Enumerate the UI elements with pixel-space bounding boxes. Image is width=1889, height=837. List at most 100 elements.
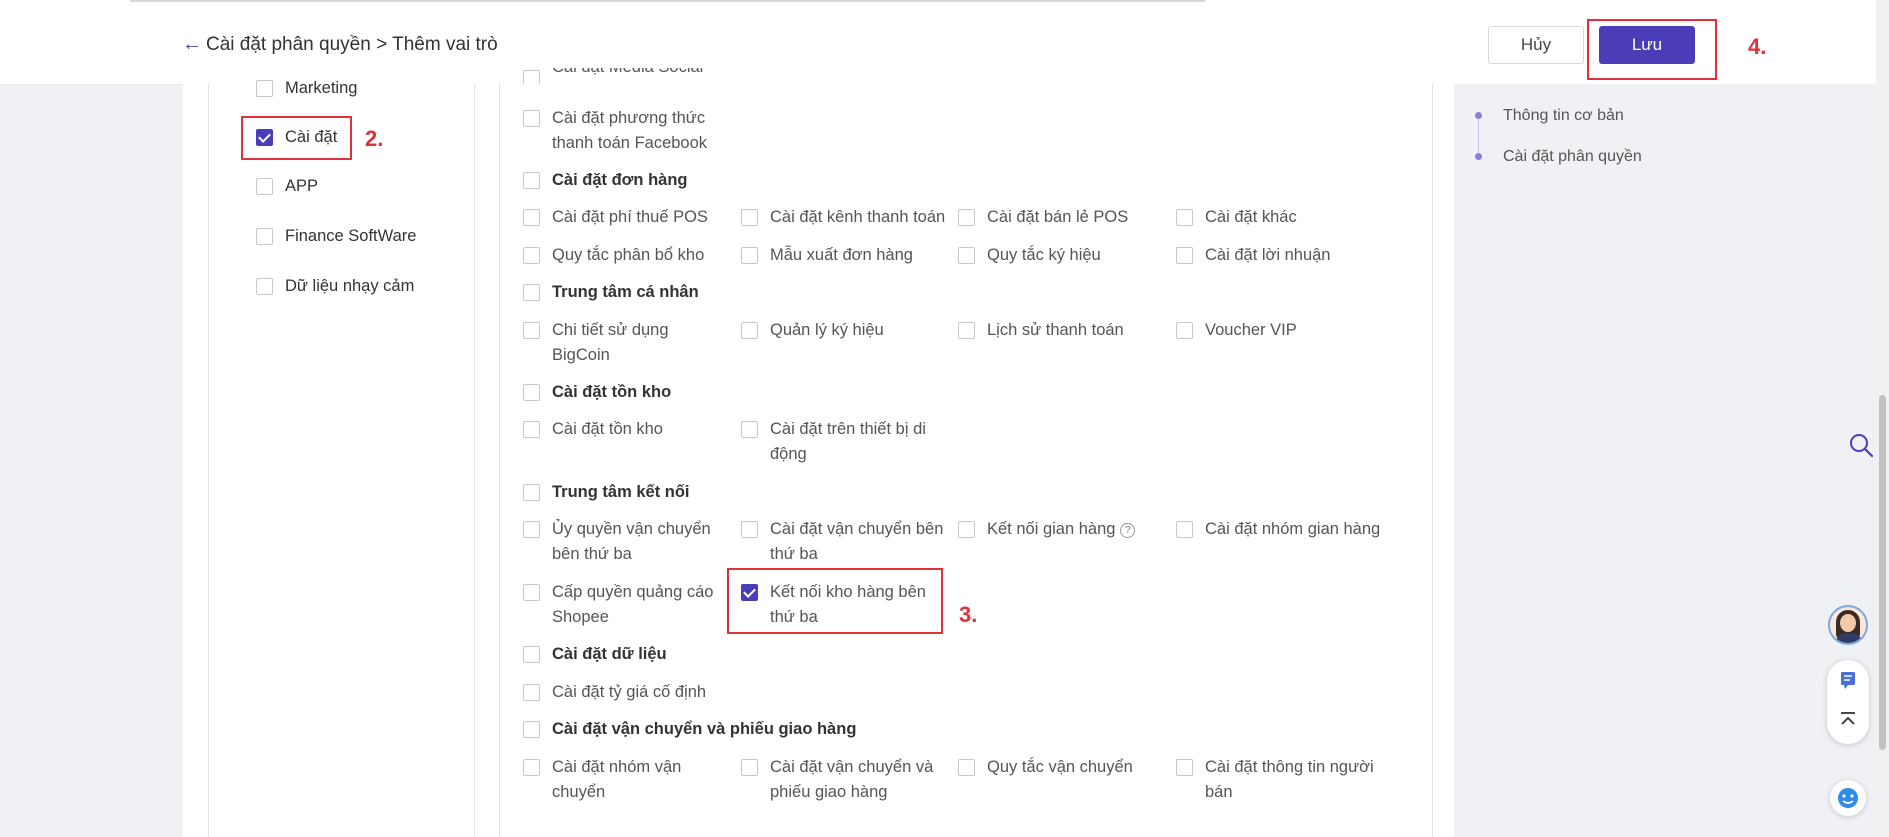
checkbox-icon[interactable]: [1176, 521, 1193, 538]
perm-item[interactable]: Cài đặt nhóm vận chuyển: [523, 757, 703, 805]
checkbox-icon[interactable]: [523, 209, 540, 226]
group-title: Cài đặt dữ liệu: [552, 645, 667, 663]
perm-label: Cài đặt khác: [1205, 208, 1297, 226]
checkbox-icon[interactable]: [256, 278, 273, 295]
checkbox-icon[interactable]: [523, 421, 540, 438]
module-label: Finance SoftWare: [285, 227, 417, 245]
checkbox-icon[interactable]: [523, 521, 540, 538]
perm-label: Mẫu xuất đơn hàng: [770, 246, 913, 264]
group-title: Cài đặt tồn kho: [552, 383, 672, 401]
checkbox-icon[interactable]: [958, 322, 975, 339]
checkbox-icon[interactable]: [523, 322, 540, 339]
checkbox-icon[interactable]: [523, 110, 540, 127]
toc-dot: [1475, 112, 1482, 119]
perm-label: Voucher VIP: [1205, 321, 1297, 339]
checkbox-icon[interactable]: [958, 209, 975, 226]
avatar[interactable]: [1828, 605, 1868, 645]
checkbox-icon[interactable]: [523, 384, 540, 401]
checkbox-icon[interactable]: [523, 70, 540, 84]
checkbox-icon[interactable]: [1176, 209, 1193, 226]
perm-item[interactable]: Cài đặt tỷ giá cố định: [523, 682, 706, 705]
checkbox-icon[interactable]: [523, 172, 540, 189]
checkbox-icon[interactable]: [741, 521, 758, 538]
perm-item[interactable]: Cài đặt kênh thanh toán: [741, 207, 945, 230]
checkbox-icon[interactable]: [523, 484, 540, 501]
module-item-sensitive-data[interactable]: Dữ liệu nhạy cảm: [256, 276, 414, 299]
module-label: Marketing: [285, 79, 358, 97]
toc-dot: [1475, 153, 1482, 160]
perm-group-orders[interactable]: Cài đặt đơn hàng: [523, 170, 687, 193]
checkbox-icon[interactable]: [523, 721, 540, 738]
top-edge-lines: [130, 0, 1220, 3]
cancel-button[interactable]: Hủy: [1488, 26, 1584, 64]
perm-label: Quản lý ký hiệu: [770, 321, 884, 339]
perm-item[interactable]: Cài đặt bán lẻ POS: [958, 207, 1128, 230]
helper-icon[interactable]: [1830, 780, 1866, 816]
breadcrumb[interactable]: Cài đặt phân quyền > Thêm vai trò: [206, 34, 498, 56]
checkbox-icon[interactable]: [958, 521, 975, 538]
module-item-app[interactable]: APP: [256, 176, 318, 199]
checkbox-icon[interactable]: [523, 684, 540, 701]
checkbox-icon[interactable]: [256, 228, 273, 245]
module-item-marketing[interactable]: Marketing: [256, 78, 357, 101]
perm-item[interactable]: Quy tắc phân bổ kho: [523, 245, 704, 268]
checkbox-icon[interactable]: [1176, 759, 1193, 776]
group-title: Cài đặt đơn hàng: [552, 171, 688, 189]
perm-item-social-partial[interactable]: Cài đặt Media Social: [523, 68, 703, 84]
perm-item[interactable]: Voucher VIP: [1176, 320, 1297, 343]
perm-item[interactable]: Cài đặt trên thiết bị di động: [741, 419, 941, 467]
module-item-finance-software[interactable]: Finance SoftWare: [256, 226, 416, 249]
module-label: Dữ liệu nhạy cảm: [285, 277, 415, 295]
perm-item[interactable]: Quy tắc vận chuyển: [958, 757, 1133, 780]
perm-item[interactable]: Cài đặt nhóm gian hàng: [1176, 519, 1380, 542]
toc-item-basic-info[interactable]: Thông tin cơ bản: [1503, 106, 1624, 126]
checkbox-icon[interactable]: [523, 584, 540, 601]
perm-item[interactable]: Chi tiết sử dụng BigCoin: [523, 320, 693, 368]
checkbox-icon[interactable]: [523, 247, 540, 264]
checkbox-icon[interactable]: [256, 80, 273, 97]
perm-item[interactable]: Ủy quyền vận chuyển bên thứ ba: [523, 519, 718, 567]
perm-item[interactable]: Cài đặt khác: [1176, 207, 1297, 230]
checkbox-icon[interactable]: [741, 759, 758, 776]
perm-group-personal[interactable]: Trung tâm cá nhân: [523, 282, 699, 305]
perm-item[interactable]: Cài đặt phí thuế POS: [523, 207, 708, 230]
toc-connector: [1478, 114, 1479, 158]
perm-group-connect[interactable]: Trung tâm kết nối: [523, 482, 690, 505]
checkbox-icon[interactable]: [1176, 247, 1193, 264]
checkbox-icon[interactable]: [523, 284, 540, 301]
toc-item-permission-settings[interactable]: Cài đặt phân quyền: [1503, 147, 1642, 167]
checkbox-icon[interactable]: [256, 178, 273, 195]
feedback-icon[interactable]: [1838, 670, 1858, 690]
checkbox-icon[interactable]: [1176, 322, 1193, 339]
perm-item[interactable]: Cài đặt vận chuyển và phiếu giao hàng: [741, 757, 941, 805]
checkbox-icon[interactable]: [958, 759, 975, 776]
help-icon[interactable]: ?: [1120, 523, 1136, 538]
back-arrow-icon[interactable]: ←: [182, 34, 202, 54]
perm-group-shipping[interactable]: Cài đặt vận chuyển và phiếu giao hàng: [523, 719, 856, 742]
checkbox-icon[interactable]: [523, 646, 540, 663]
perm-label: Chi tiết sử dụng BigCoin: [552, 321, 669, 364]
perm-label: Cài đặt trên thiết bị di động: [770, 420, 926, 463]
checkbox-icon[interactable]: [523, 759, 540, 776]
perm-item[interactable]: Mẫu xuất đơn hàng: [741, 245, 913, 268]
back-to-top-icon[interactable]: [1838, 710, 1858, 730]
perm-group-data[interactable]: Cài đặt dữ liệu: [523, 644, 667, 667]
checkbox-icon[interactable]: [741, 247, 758, 264]
perm-item-connect-store[interactable]: Kết nối gian hàng?: [958, 519, 1136, 542]
perm-item[interactable]: Cấp quyền quảng cáo Shopee: [523, 582, 718, 630]
perm-item-payment-facebook[interactable]: Cài đặt phương thức thanh toán Facebook: [523, 108, 723, 156]
perm-group-inventory[interactable]: Cài đặt tồn kho: [523, 382, 671, 405]
perm-item[interactable]: Cài đặt tồn kho: [523, 419, 663, 442]
checkbox-icon[interactable]: [741, 322, 758, 339]
search-icon[interactable]: [1848, 432, 1874, 458]
scrollbar-thumb[interactable]: [1879, 395, 1886, 750]
checkbox-icon[interactable]: [958, 247, 975, 264]
checkbox-icon[interactable]: [741, 209, 758, 226]
perm-item[interactable]: Quản lý ký hiệu: [741, 320, 884, 343]
perm-item[interactable]: Lịch sử thanh toán: [958, 320, 1124, 343]
perm-item[interactable]: Cài đặt lời nhuận: [1176, 245, 1330, 268]
perm-item[interactable]: Quy tắc ký hiệu: [958, 245, 1101, 268]
perm-item[interactable]: Cài đặt thông tin người bán: [1176, 757, 1376, 805]
checkbox-icon[interactable]: [741, 421, 758, 438]
perm-item[interactable]: Cài đặt vận chuyển bên thứ ba: [741, 519, 951, 567]
